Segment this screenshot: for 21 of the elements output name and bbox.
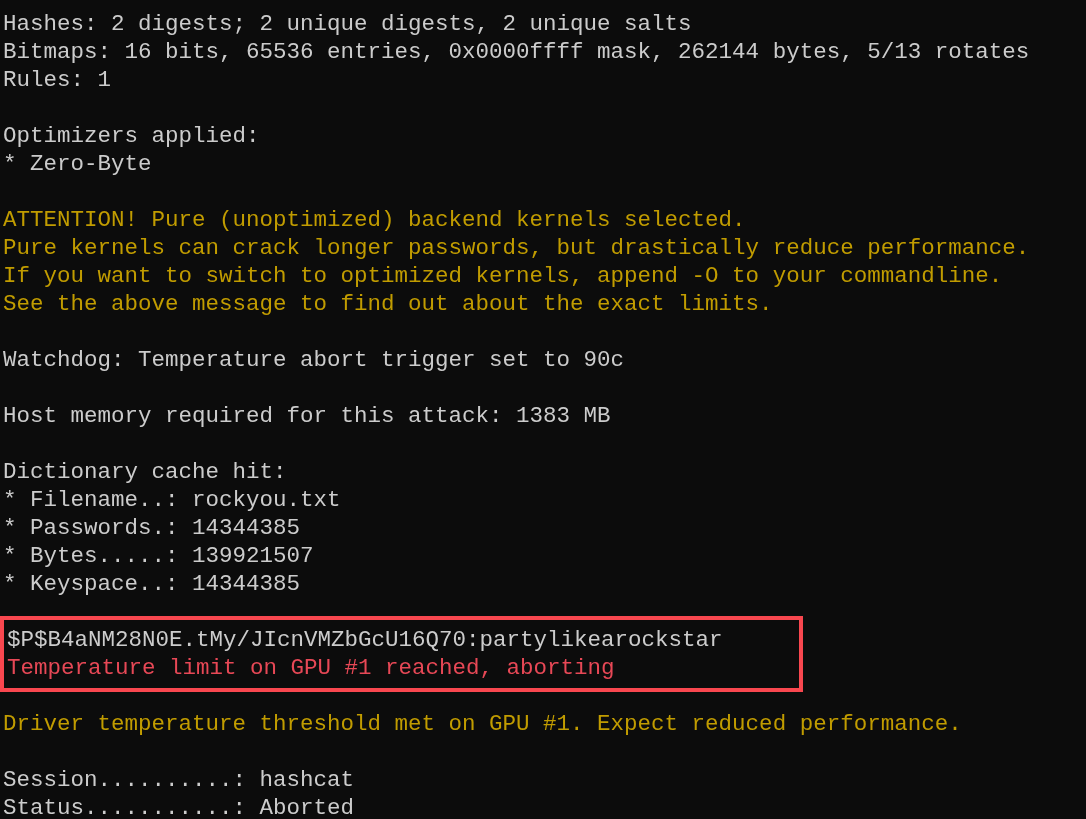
terminal-line: * Bytes.....: 139921507 <box>3 542 314 570</box>
terminal-line: * Filename..: rockyou.txt <box>3 486 341 514</box>
terminal-line: Temperature limit on GPU #1 reached, aborting <box>7 654 615 682</box>
terminal-line: * Zero-Byte <box>3 150 152 178</box>
terminal-line: Driver temperature threshold met on GPU #1. Expect reduced performance. <box>3 710 962 738</box>
terminal-line: Hashes: 2 digests; 2 unique digests, 2 unique salts <box>3 10 692 38</box>
terminal-line: If you want to switch to optimized kernels, append -O to your commandline. <box>3 262 1003 290</box>
terminal-line: Rules: 1 <box>3 66 112 94</box>
terminal-line: Status...........: Aborted <box>3 794 355 819</box>
terminal-line: See the above message to find out about the exact limits. <box>3 290 773 318</box>
terminal-line: Host memory required for this attack: 1383 MB <box>3 402 611 430</box>
terminal-line: Pure kernels can crack longer passwords, but drastically reduce performance. <box>3 234 1030 262</box>
terminal-line: * Passwords.: 14344385 <box>3 514 301 542</box>
terminal-line: Bitmaps: 16 bits, 65536 entries, 0x0000ffff mask, 262144 bytes, 5/13 rotates <box>3 38 1030 66</box>
terminal-line: Optimizers applied: <box>3 122 260 150</box>
terminal-line: Watchdog: Temperature abort trigger set to 90c <box>3 346 625 374</box>
terminal-line: $P$B4aNM28N0E.tMy/JIcnVMZbGcU16Q70:partylikearockstar <box>7 626 723 654</box>
terminal-line: Session..........: hashcat <box>3 766 355 794</box>
terminal-line: * Keyspace..: 14344385 <box>3 570 301 598</box>
terminal-line: ATTENTION! Pure (unoptimized) backend kernels selected. <box>3 206 746 234</box>
terminal-line: Dictionary cache hit: <box>3 458 287 486</box>
